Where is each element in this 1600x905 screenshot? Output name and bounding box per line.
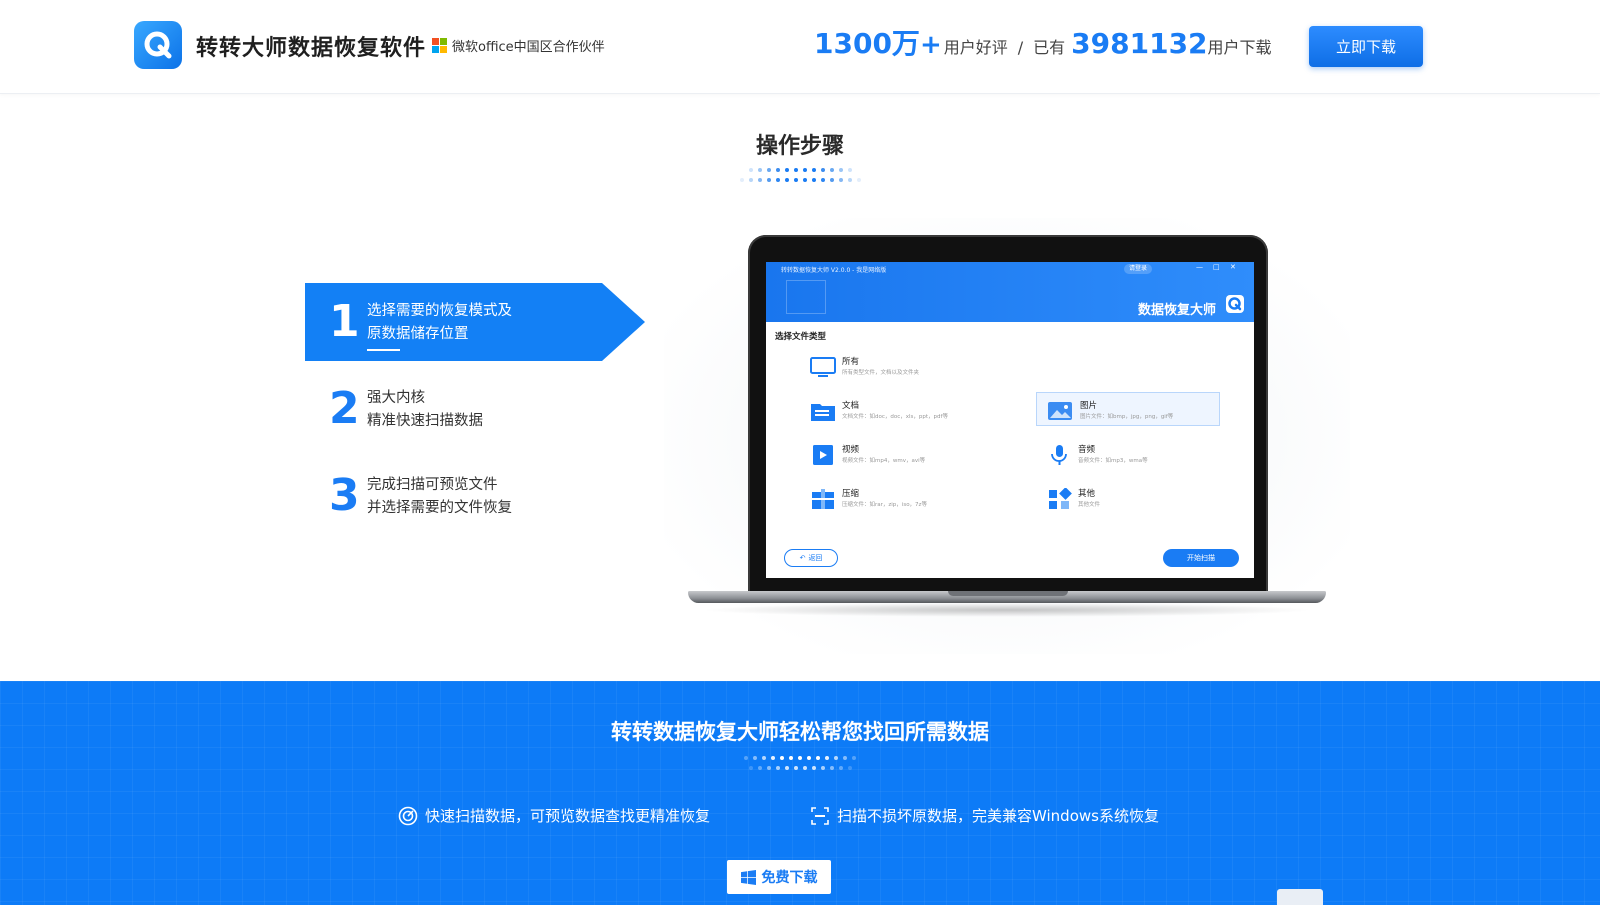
app-title-bar: 转转数据恢复大师 V2.0.0 - 我是网络版 请登录 — □ ✕ 数据恢复大师 [766,262,1254,322]
stats-separator: / [1017,38,1024,57]
minimize-icon[interactable]: — [1196,263,1203,271]
filetype-audio-name: 音频 [1078,445,1096,455]
floating-widget-icon[interactable] [1277,889,1323,905]
filetype-archive-name: 压缩 [842,489,860,499]
step-1-underline [367,349,400,351]
app-brand-logo-icon [1226,295,1244,313]
filetype-archive-desc: 压缩文件：如rar，zip，iso，7z等 [842,502,927,508]
back-arrow-icon: ↶ [799,554,806,562]
free-download-label: 免费下载 [761,870,818,886]
step-3-line1[interactable]: 完成扫描可预览文件 [367,474,498,497]
step-1-line2: 原数据储存位置 [367,326,469,342]
filetype-document-name: 文档 [842,401,860,411]
filetype-image-desc: 图片文件：如bmp，jpg，png，gif等 [1080,414,1174,420]
filetype-image-selected[interactable]: 图片 图片文件：如bmp，jpg，png，gif等 [1036,392,1220,426]
feature-safe-scan-text: 扫描不损坏原数据，完美兼容Windows系统恢复 [837,807,1159,825]
maximize-icon[interactable]: □ [1213,263,1220,271]
step-2-line1[interactable]: 强大内核 [367,387,425,410]
feature-safe-scan: 扫描不损坏原数据，完美兼容Windows系统恢复 [810,805,1159,826]
filetype-audio-desc: 音频文件：如mp3，wma等 [1078,458,1148,464]
stats-bar: 1300万 + 用户好评 / 已有 3981132 用户下载 [814,22,1272,66]
microsoft-logo-icon [432,38,447,53]
filetype-video-desc: 视频文件：如mp4，wmv，avi等 [842,458,926,464]
filetype-video[interactable]: 视频 视频文件：如mp4，wmv，avi等 [810,440,980,474]
step-2-line2[interactable]: 精准快速扫描数据 [367,410,483,433]
filetype-document-desc: 文档文件：如doc，doc，xls，ppt，pdf等 [842,414,948,420]
video-icon [813,445,833,465]
step-2-number[interactable]: 2 [329,387,360,431]
free-download-button[interactable]: 免费下载 [727,860,831,894]
promo-dots-decoration [0,752,1600,760]
filetype-other-desc: 其他文件 [1078,502,1101,508]
app-section-label: 选择文件类型 [775,332,827,342]
app-back-label: 返回 [808,554,823,562]
filetype-other-name: 其他 [1078,489,1096,499]
app-back-button[interactable]: ↶ 返回 [784,549,838,567]
app-login-link[interactable]: 请登录 [1124,264,1153,274]
monitor-icon [810,357,836,377]
feature-fast-scan-text: 快速扫描数据，可预览数据查找更精准恢复 [425,807,711,825]
top-header: 转转大师数据恢复软件 微软office中国区合作伙伴 1300万 + 用户好评 … [0,0,1600,94]
filetype-all[interactable]: 所有 所有类型文件，文档以及文件夹 [810,352,980,386]
brand-title: 转转大师数据恢复软件 [196,36,427,61]
filetype-image-name: 图片 [1080,401,1098,411]
app-window-title: 转转数据恢复大师 V2.0.0 - 我是网络版 [781,267,887,274]
filetype-other[interactable]: 其他 其他文件 [1046,484,1216,518]
step-3-line2[interactable]: 并选择需要的文件恢复 [367,497,512,520]
rating-plus: + [919,30,942,60]
step-1-line1: 选择需要的恢复模式及 [367,303,512,319]
app-brand: 数据恢复大师 [1138,303,1217,318]
download-count: 3981132 [1071,27,1208,60]
title-dots-decoration-2 [0,174,1600,182]
promo-dots-decoration-2 [0,762,1600,770]
grid-apps-icon [1049,488,1072,509]
folder-icon [811,404,835,421]
title-dots-decoration [0,164,1600,172]
promo-title: 转转数据恢复大师轻松帮您找回所需数据 [611,720,989,744]
laptop-shadow [700,603,1314,617]
app-start-scan-button[interactable]: 开始扫描 [1163,549,1239,567]
rating-count: 1300万 [814,27,920,60]
microphone-icon [1051,445,1067,465]
close-icon[interactable]: ✕ [1230,263,1236,271]
archive-icon [812,489,834,509]
laptop-notch [948,591,1068,596]
step-1-number: 1 [329,296,360,347]
speed-scan-icon [398,806,418,825]
download-label: 用户下载 [1207,38,1272,57]
filetype-video-name: 视频 [842,445,860,455]
filetype-audio[interactable]: 音频 音频文件：如mp3，wma等 [1046,440,1216,474]
rating-label: 用户好评 [943,38,1008,57]
step-3-number[interactable]: 3 [329,474,360,518]
image-icon [1048,402,1072,420]
download-prefix: 已有 [1033,38,1066,57]
filetype-all-name: 所有 [842,357,860,367]
windows-icon [740,869,756,885]
partner-text: 微软office中国区合作伙伴 [452,40,605,55]
scan-frame-icon [811,806,829,825]
app-screenshot: 转转数据恢复大师 V2.0.0 - 我是网络版 请登录 — □ ✕ 数据恢复大师… [766,262,1254,578]
download-now-button[interactable]: 立即下载 [1309,26,1423,67]
filetype-archive[interactable]: 压缩 压缩文件：如rar，zip，iso，7z等 [810,484,980,518]
steps-title: 操作步骤 [755,134,844,159]
filetype-all-desc: 所有类型文件，文档以及文件夹 [842,370,920,376]
filetype-document[interactable]: 文档 文档文件：如doc，doc，xls，ppt，pdf等 [810,396,980,430]
feature-fast-scan: 快速扫描数据，可预览数据查找更精准恢复 [398,805,710,826]
app-logo[interactable] [134,21,182,69]
app-bar-decoration [786,280,826,314]
